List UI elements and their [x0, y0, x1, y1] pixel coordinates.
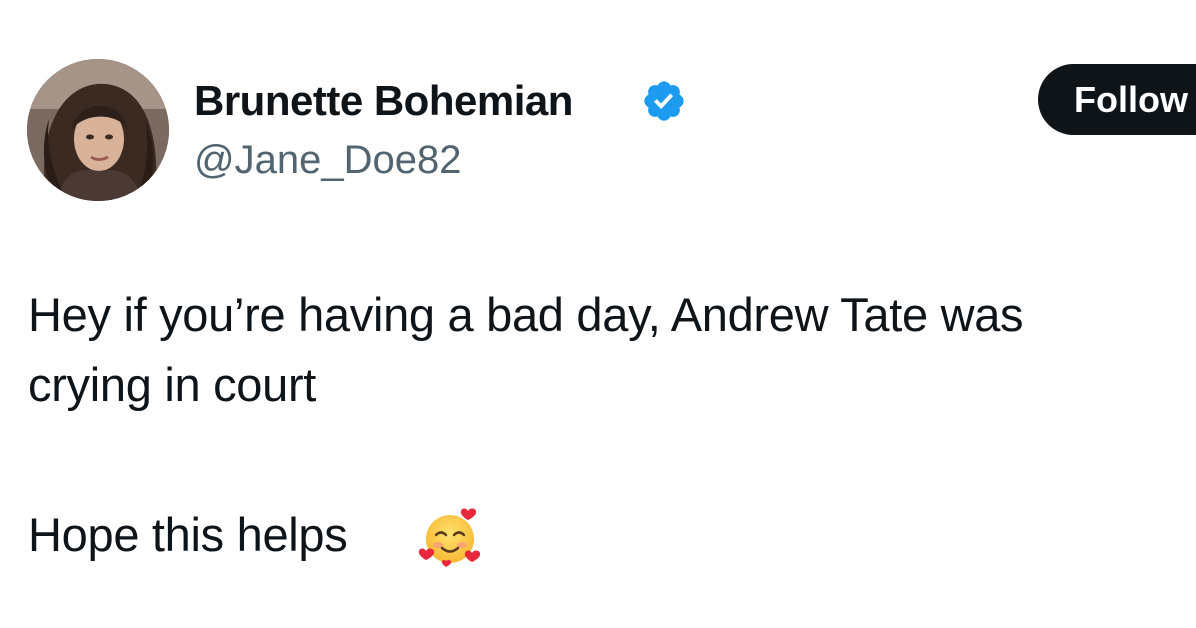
- tweet-card: Brunette Bohemian @Jane_Doe82 Follow Hey…: [0, 0, 1196, 628]
- smiling-face-with-hearts-icon: [418, 508, 481, 567]
- verified-badge-icon: [644, 81, 684, 121]
- avatar-photo-icon: [27, 59, 169, 201]
- tweet-text-line: Hey if you’re having a bad day, Andrew T…: [28, 288, 1024, 341]
- tweet-text-line: crying in court: [28, 358, 317, 411]
- author-handle[interactable]: @Jane_Doe82: [194, 134, 461, 186]
- author-avatar[interactable]: [27, 59, 169, 201]
- follow-button[interactable]: Follow: [1038, 64, 1196, 135]
- author-display-name[interactable]: Brunette Bohemian: [194, 74, 573, 128]
- tweet-text-line: Hope this helps: [28, 508, 348, 561]
